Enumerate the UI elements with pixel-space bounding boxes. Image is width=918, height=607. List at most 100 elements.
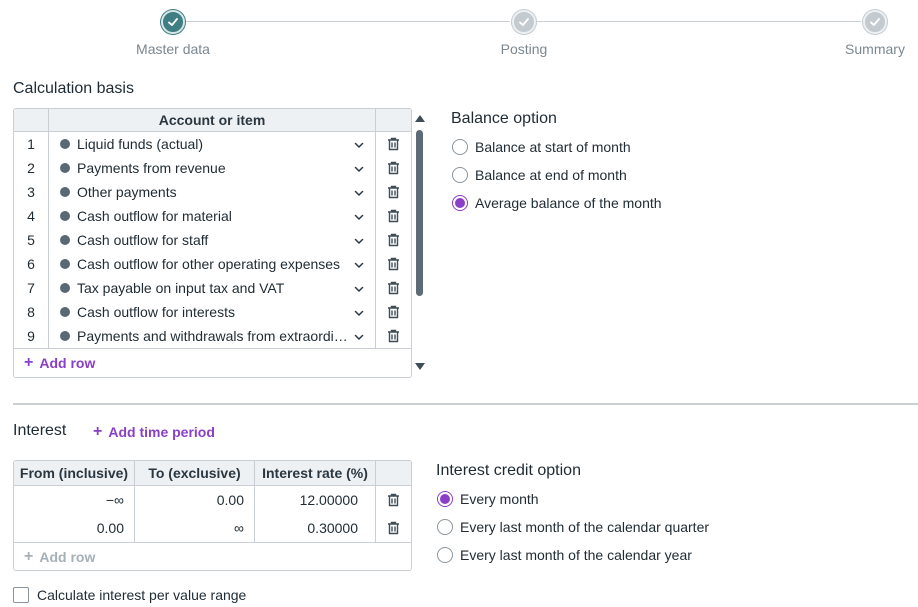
radio-label: Every last month of the calendar year bbox=[460, 547, 692, 563]
account-select[interactable]: Payments and withdrawals from extraordi… bbox=[49, 324, 376, 348]
radio-balance-end[interactable]: Balance at end of month bbox=[452, 161, 662, 189]
delete-row-button[interactable] bbox=[376, 156, 411, 180]
balance-option-group: Balance at start of month Balance at end… bbox=[452, 133, 662, 217]
account-select[interactable]: Other payments bbox=[49, 180, 376, 204]
trash-icon bbox=[387, 257, 400, 271]
calculation-basis-title: Calculation basis bbox=[13, 80, 134, 97]
vertical-scrollbar[interactable] bbox=[413, 112, 427, 374]
trash-icon bbox=[387, 161, 400, 175]
account-label: Cash outflow for staff bbox=[77, 232, 209, 248]
row-number: 5 bbox=[14, 228, 49, 252]
step-master-data[interactable]: Master data bbox=[113, 10, 233, 57]
table-header: Account or item bbox=[14, 109, 411, 132]
radio-button[interactable] bbox=[437, 519, 453, 535]
step-label: Master data bbox=[136, 41, 210, 57]
delete-row-button[interactable] bbox=[376, 228, 411, 252]
check-icon bbox=[512, 10, 536, 34]
add-time-period-button[interactable]: + Add time period bbox=[93, 423, 215, 441]
account-select[interactable]: Liquid funds (actual) bbox=[49, 132, 376, 156]
account-select[interactable]: Payments from revenue bbox=[49, 156, 376, 180]
rate-cell[interactable]: 12.00000 bbox=[255, 486, 376, 514]
chevron-down-icon[interactable] bbox=[353, 306, 365, 318]
trash-icon bbox=[387, 185, 400, 199]
value-range-checkbox[interactable] bbox=[13, 587, 29, 603]
interest-title: Interest bbox=[13, 422, 67, 439]
delete-row-button[interactable] bbox=[376, 486, 411, 514]
account-label: Liquid funds (actual) bbox=[77, 136, 204, 152]
chevron-down-icon[interactable] bbox=[353, 138, 365, 150]
radio-button[interactable] bbox=[437, 491, 453, 507]
check-icon bbox=[863, 10, 887, 34]
account-label: Payments from revenue bbox=[77, 160, 226, 176]
check-icon bbox=[161, 10, 185, 34]
radio-button[interactable] bbox=[452, 195, 468, 211]
account-label: Other payments bbox=[77, 184, 177, 200]
table-row: 1 Liquid funds (actual) bbox=[14, 132, 411, 156]
delete-row-button[interactable] bbox=[376, 132, 411, 156]
trash-icon bbox=[387, 329, 400, 343]
chevron-down-icon[interactable] bbox=[353, 258, 365, 270]
radio-balance-average[interactable]: Average balance of the month bbox=[452, 189, 662, 217]
step-connector bbox=[186, 21, 510, 22]
rate-cell[interactable]: 0.30000 bbox=[255, 514, 376, 542]
status-dot-icon bbox=[60, 187, 70, 197]
scroll-down-icon[interactable] bbox=[415, 363, 425, 370]
radio-button[interactable] bbox=[437, 547, 453, 563]
table-row: 3 Other payments bbox=[14, 180, 411, 204]
status-dot-icon bbox=[60, 259, 70, 269]
scroll-up-icon[interactable] bbox=[415, 115, 425, 122]
radio-label: Balance at start of month bbox=[475, 139, 631, 155]
account-select[interactable]: Cash outflow for interests bbox=[49, 300, 376, 324]
delete-row-button[interactable] bbox=[376, 324, 411, 348]
chevron-down-icon[interactable] bbox=[353, 162, 365, 174]
trash-icon bbox=[387, 281, 400, 295]
chevron-down-icon[interactable] bbox=[353, 234, 365, 246]
account-select[interactable]: Cash outflow for other operating expense… bbox=[49, 252, 376, 276]
table-row: 2 Payments from revenue bbox=[14, 156, 411, 180]
row-number: 4 bbox=[14, 204, 49, 228]
chevron-down-icon[interactable] bbox=[353, 186, 365, 198]
radio-button[interactable] bbox=[452, 167, 468, 183]
delete-row-button[interactable] bbox=[376, 252, 411, 276]
delete-row-button[interactable] bbox=[376, 276, 411, 300]
delete-row-button[interactable] bbox=[376, 204, 411, 228]
table-row: 0.00 ∞ 0.30000 bbox=[14, 514, 411, 542]
from-cell[interactable]: −∞ bbox=[14, 486, 135, 514]
radio-every-month[interactable]: Every month bbox=[437, 485, 709, 513]
account-select[interactable]: Tax payable on input tax and VAT bbox=[49, 276, 376, 300]
radio-quarter[interactable]: Every last month of the calendar quarter bbox=[437, 513, 709, 541]
row-number: 2 bbox=[14, 156, 49, 180]
wizard-stepper: Master data Posting Summary bbox=[0, 0, 918, 60]
trash-icon bbox=[387, 137, 400, 151]
radio-label: Average balance of the month bbox=[475, 195, 662, 211]
chevron-down-icon[interactable] bbox=[353, 210, 365, 222]
actions-header bbox=[376, 461, 411, 485]
status-dot-icon bbox=[60, 235, 70, 245]
chevron-down-icon[interactable] bbox=[353, 282, 365, 294]
radio-year[interactable]: Every last month of the calendar year bbox=[437, 541, 709, 569]
step-posting[interactable]: Posting bbox=[464, 10, 584, 57]
account-column-header: Account or item bbox=[49, 109, 376, 131]
account-select[interactable]: Cash outflow for staff bbox=[49, 228, 376, 252]
status-dot-icon bbox=[60, 211, 70, 221]
to-cell[interactable]: ∞ bbox=[135, 514, 255, 542]
delete-row-button[interactable] bbox=[376, 514, 411, 542]
step-summary[interactable]: Summary bbox=[815, 10, 918, 57]
delete-row-button[interactable] bbox=[376, 180, 411, 204]
value-range-checkbox-row[interactable]: Calculate interest per value range bbox=[13, 587, 246, 603]
radio-balance-start[interactable]: Balance at start of month bbox=[452, 133, 662, 161]
to-cell[interactable]: 0.00 bbox=[135, 486, 255, 514]
add-interest-row-button[interactable]: + Add row bbox=[14, 542, 411, 570]
radio-button[interactable] bbox=[452, 139, 468, 155]
account-select[interactable]: Cash outflow for material bbox=[49, 204, 376, 228]
add-row-button[interactable]: + Add row bbox=[14, 348, 411, 376]
actions-header bbox=[376, 109, 411, 131]
scrollbar-thumb[interactable] bbox=[416, 130, 423, 296]
radio-label: Balance at end of month bbox=[475, 167, 627, 183]
chevron-down-icon[interactable] bbox=[353, 330, 365, 342]
interest-credit-option-group: Every month Every last month of the cale… bbox=[437, 485, 709, 569]
delete-row-button[interactable] bbox=[376, 300, 411, 324]
row-number: 7 bbox=[14, 276, 49, 300]
status-dot-icon bbox=[60, 139, 70, 149]
from-cell[interactable]: 0.00 bbox=[14, 514, 135, 542]
